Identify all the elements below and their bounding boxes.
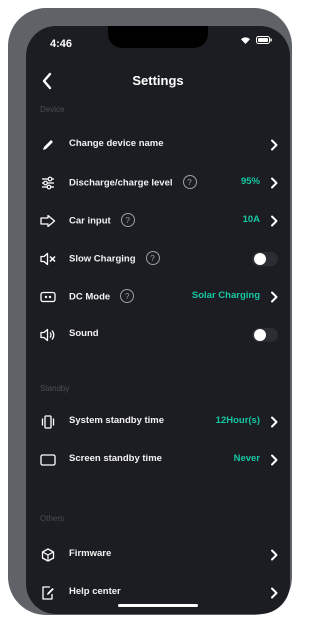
speaker-icon bbox=[40, 327, 56, 343]
dc-port-icon bbox=[40, 289, 56, 305]
row-dc-mode[interactable]: DC Mode? Solar Charging bbox=[26, 278, 290, 316]
chevron-right-icon bbox=[271, 215, 278, 227]
page-title: Settings bbox=[132, 73, 184, 88]
row-screen-standby-time[interactable]: Screen standby time Never bbox=[26, 441, 290, 479]
row-change-device-name[interactable]: Change device name bbox=[26, 126, 290, 164]
battery-icon bbox=[256, 36, 272, 44]
row-discharge-charge-level[interactable]: Discharge/charge level? 95% bbox=[26, 164, 290, 202]
section-label-others: Others bbox=[40, 514, 65, 523]
status-icons bbox=[240, 36, 272, 44]
document-edit-icon bbox=[40, 585, 56, 601]
toggle-knob bbox=[254, 253, 266, 265]
home-indicator bbox=[118, 604, 198, 607]
car-input-value: 10A bbox=[242, 214, 260, 225]
cube-icon bbox=[40, 547, 56, 563]
chevron-right-icon bbox=[271, 416, 278, 428]
nav-bar: Settings bbox=[26, 70, 290, 94]
sound-toggle[interactable] bbox=[252, 328, 278, 342]
row-label: Firmware bbox=[69, 548, 112, 559]
row-label: DC Mode? bbox=[69, 289, 135, 304]
chevron-right-icon bbox=[271, 454, 278, 466]
chevron-right-icon bbox=[271, 139, 278, 151]
row-firmware[interactable]: Firmware bbox=[26, 536, 290, 574]
row-label: Sound bbox=[69, 328, 99, 339]
dc-mode-value: Solar Charging bbox=[191, 290, 260, 301]
monitor-icon bbox=[40, 452, 56, 468]
status-time: 4:46 bbox=[50, 38, 73, 50]
row-car-input[interactable]: Car input? 10A bbox=[26, 202, 290, 240]
phone-frame: 4:46 Settings Device Change device name … bbox=[8, 8, 292, 615]
slow-charging-toggle[interactable] bbox=[252, 252, 278, 266]
row-label: Help center bbox=[69, 586, 121, 597]
row-label: Slow Charging? bbox=[69, 251, 160, 266]
section-label-standby: Standby bbox=[40, 384, 70, 393]
row-sound[interactable]: Sound bbox=[26, 316, 290, 354]
pencil-icon bbox=[40, 137, 56, 153]
chevron-right-icon bbox=[271, 291, 278, 303]
system-standby-value: 12Hour(s) bbox=[215, 415, 260, 426]
row-slow-charging[interactable]: Slow Charging? bbox=[26, 240, 290, 278]
phone-vibrate-icon bbox=[40, 414, 56, 430]
sliders-icon bbox=[40, 175, 56, 191]
section-label-device: Device bbox=[40, 105, 65, 114]
chevron-right-icon bbox=[271, 587, 278, 599]
car-input-arrow-icon bbox=[40, 213, 56, 229]
row-system-standby-time[interactable]: System standby time 12Hour(s) bbox=[26, 403, 290, 441]
toggle-knob bbox=[254, 329, 266, 341]
row-label: Car input? bbox=[69, 213, 135, 228]
row-label-text: Car input bbox=[69, 215, 111, 227]
notch bbox=[108, 26, 208, 48]
help-icon[interactable]: ? bbox=[120, 213, 135, 227]
chevron-right-icon bbox=[271, 177, 278, 189]
help-icon[interactable]: ? bbox=[182, 175, 197, 189]
row-label-text: Discharge/charge level bbox=[69, 177, 173, 189]
row-label: Discharge/charge level? bbox=[69, 175, 197, 190]
speaker-mute-icon bbox=[40, 251, 56, 267]
help-icon[interactable]: ? bbox=[145, 251, 160, 265]
row-label: System standby time bbox=[69, 415, 165, 426]
row-label: Screen standby time bbox=[69, 453, 162, 464]
screen-standby-value: Never bbox=[233, 453, 260, 464]
chevron-right-icon bbox=[271, 549, 278, 561]
row-label-text: Slow Charging bbox=[69, 253, 136, 265]
row-label-text: DC Mode bbox=[69, 291, 111, 303]
help-icon[interactable]: ? bbox=[120, 289, 135, 303]
app-screen: 4:46 Settings Device Change device name … bbox=[26, 26, 290, 614]
row-label: Change device name bbox=[69, 138, 164, 149]
discharge-level-value: 95% bbox=[240, 176, 260, 187]
wifi-icon bbox=[241, 37, 250, 44]
